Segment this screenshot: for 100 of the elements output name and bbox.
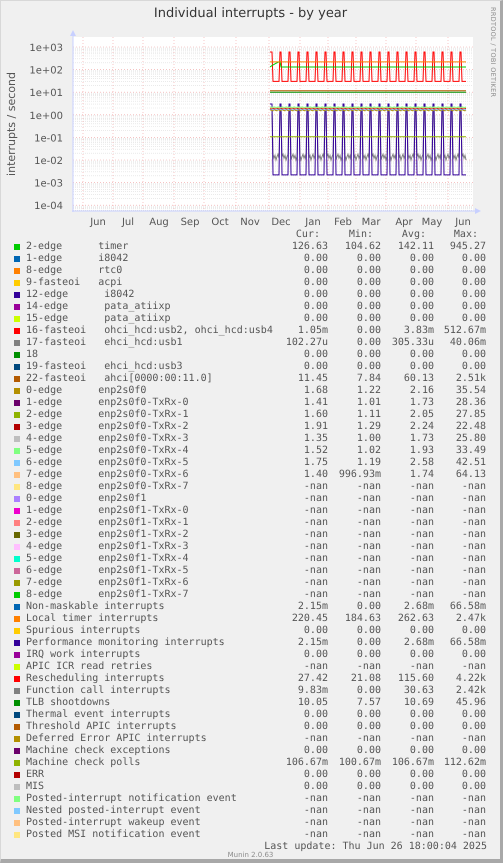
x-tick-label: Jul: [122, 217, 134, 228]
legend-value: 1.73: [408, 397, 434, 409]
x-tick-label: Mar: [362, 217, 380, 228]
x-tick-label: Feb: [334, 217, 352, 228]
legend-value: -nan: [356, 565, 381, 577]
legend-label: 2-edge enp2s0f1-TxRx-1: [26, 517, 190, 529]
legend-value: 0.00: [356, 709, 381, 721]
legend-value: -nan: [302, 793, 328, 805]
legend-label: 3-edge enp2s0f1-TxRx-2: [26, 529, 190, 541]
legend-value: -nan: [356, 541, 381, 553]
legend-value: -nan: [356, 529, 381, 541]
legend-value: -nan: [460, 817, 486, 829]
legend-label: 14-edge pata_atiixp: [26, 301, 172, 313]
legend-label: APIC ICR read retries: [26, 661, 154, 673]
legend-value: 0.00: [460, 781, 486, 793]
legend-value: 106.67m: [390, 757, 434, 769]
legend-label: 2-edge timer: [26, 241, 130, 253]
legend-label: Performance monitoring interrupts: [26, 637, 226, 649]
y-tick-label: 1e-02: [34, 156, 63, 167]
legend-value: 0.00: [356, 745, 381, 757]
x-tick-label: Nov: [240, 217, 260, 228]
legend-value: 21.08: [350, 673, 381, 685]
legend-label: Nested posted-interrupt event: [26, 805, 202, 817]
legend-label: 2-edge enp2s0f0-TxRx-1: [26, 409, 190, 421]
y-tick-label: 1e+00: [29, 110, 63, 122]
legend-value: 0.00: [356, 313, 381, 325]
legend-value: -nan: [460, 805, 486, 817]
legend-value: -nan: [460, 589, 486, 601]
legend-value: 2.42k: [454, 685, 486, 697]
legend-value: -nan: [408, 517, 434, 529]
legend-label: 0-edge enp2s0f0: [26, 385, 148, 397]
legend-value: -nan: [460, 529, 486, 541]
legend-value: 45.96: [454, 697, 486, 709]
legend-value: 1.73: [408, 433, 434, 445]
legend-value: 0.00: [356, 361, 381, 373]
legend-value: -nan: [302, 481, 328, 493]
legend-value: 2.24: [408, 421, 434, 433]
legend-value: -nan: [408, 793, 434, 805]
legend-value: 0.00: [302, 301, 328, 313]
legend-value: -nan: [302, 565, 328, 577]
legend-value: 0.00: [460, 709, 486, 721]
legend-value: 7.57: [356, 697, 381, 709]
legend-value: -nan: [460, 733, 486, 745]
legend-value: -nan: [408, 541, 434, 553]
legend-value: 0.00: [356, 685, 381, 697]
legend-value: 9.83m: [296, 685, 328, 697]
x-tick-label: Oct: [211, 217, 229, 228]
legend-value: 0.00: [302, 349, 328, 361]
legend-value: 27.42: [296, 673, 328, 685]
legend-value: 0.00: [408, 709, 434, 721]
legend-value: -nan: [460, 577, 486, 589]
y-axis-label: interrupts / second: [5, 72, 18, 176]
legend-value: 115.60: [396, 673, 434, 685]
legend-value: 0.00: [356, 781, 381, 793]
legend-value: 1.93: [408, 445, 434, 457]
legend-label: TLB shootdowns: [26, 697, 112, 709]
legend-value: 0.00: [408, 781, 434, 793]
legend-value: 0.00: [302, 361, 328, 373]
legend-value: 0.00: [302, 265, 328, 277]
legend-label: Posted-interrupt notification event: [26, 793, 238, 805]
legend-label: Spurious interrupts: [26, 625, 142, 637]
legend-label: 6-edge enp2s0f0-TxRx-5: [26, 457, 190, 469]
legend-value: -nan: [356, 517, 381, 529]
legend-label: 8-edge enp2s0f0-TxRx-7: [26, 481, 190, 493]
legend-value: -nan: [408, 805, 434, 817]
legend-label: Posted-interrupt wakeup event: [26, 817, 202, 829]
legend-label: 6-edge enp2s0f1-TxRx-5: [26, 565, 190, 577]
x-tick-label: May: [422, 217, 442, 228]
legend-value: 0.00: [302, 721, 328, 733]
legend-value: 1.22: [356, 385, 381, 397]
legend-label: 9-fasteoi acpi: [26, 277, 124, 289]
legend-value: -nan: [460, 493, 486, 505]
legend-label: 7-edge enp2s0f0-TxRx-6: [26, 469, 190, 481]
legend-value: 2.51k: [454, 373, 486, 385]
legend-value: -nan: [356, 577, 381, 589]
legend-value: 0.00: [302, 625, 328, 637]
y-tick-label: 1e-03: [34, 178, 63, 190]
legend-value: 0.00: [408, 265, 434, 277]
legend-value: 0.00: [460, 769, 486, 781]
legend-value: 1.29: [356, 421, 381, 433]
legend-label: 19-fasteoi ehci_hcd:usb3: [26, 361, 184, 373]
legend-value: 104.62: [344, 241, 381, 253]
legend-value: 2.15m: [296, 637, 328, 649]
legend-value: 0.00: [356, 289, 381, 301]
legend-value: -nan: [408, 505, 434, 517]
legend-value: 0.00: [356, 349, 381, 361]
legend-label: 4-edge enp2s0f1-TxRx-3: [26, 541, 190, 553]
legend-value: 0.00: [302, 313, 328, 325]
legend-label: 4-edge enp2s0f0-TxRx-3: [26, 433, 190, 445]
x-tick-label: Dec: [271, 217, 291, 228]
x-tick-label: Aug: [149, 217, 169, 228]
legend-value: 0.00: [356, 337, 381, 349]
legend-value: 0.00: [408, 313, 434, 325]
legend-value: 60.13: [402, 373, 434, 385]
legend-value: -nan: [460, 661, 486, 673]
y-tick-label: 1e+02: [29, 66, 63, 77]
legend-value: 4.22k: [454, 673, 486, 685]
legend-label: Threshold APIC interrupts: [26, 721, 178, 733]
legend-value: 0.00: [460, 721, 486, 733]
legend-value: 0.00: [460, 349, 486, 361]
